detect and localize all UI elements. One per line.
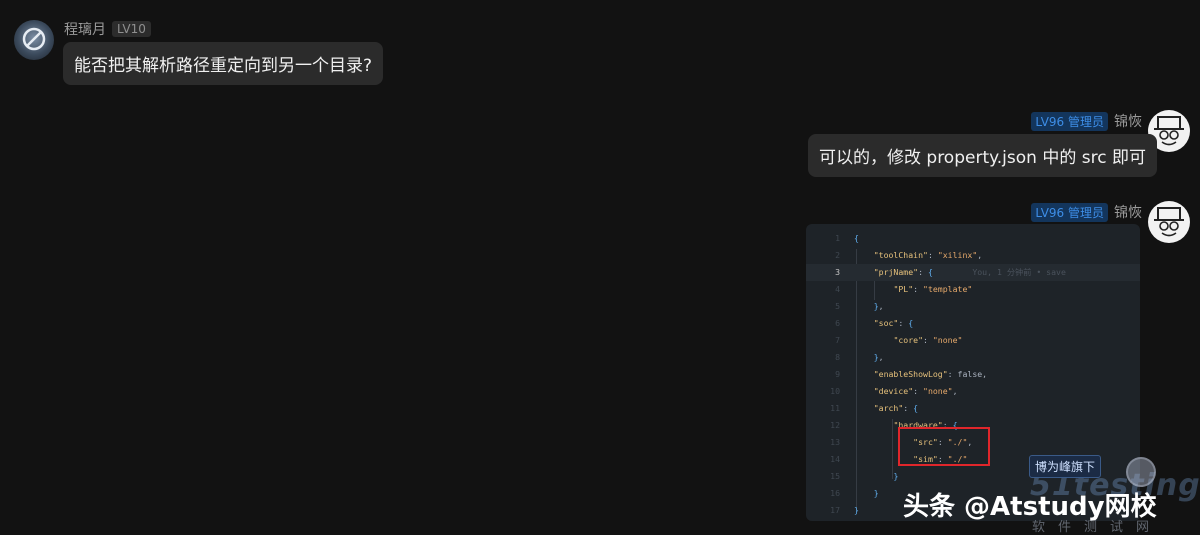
- watermark-tag: 博为峰旗下: [1029, 455, 1102, 478]
- code-text: }: [893, 471, 899, 481]
- code-text: "device": "none",: [873, 386, 958, 396]
- username[interactable]: 锦恢: [1114, 111, 1142, 131]
- line-number: 6: [835, 318, 840, 328]
- line-number: 14: [830, 454, 840, 464]
- code-line: 7 "core": "none": [806, 332, 1140, 349]
- line-number: 9: [835, 369, 840, 379]
- line-number: 15: [830, 471, 840, 481]
- code-line: 3 "prjName": { You, 1 分钟前 • save: [806, 264, 1140, 281]
- msg3-header: LV96 管理员 锦恢: [1031, 202, 1142, 222]
- line-number: 7: [835, 335, 840, 345]
- code-text: }: [854, 505, 859, 515]
- username[interactable]: 锦恢: [1114, 202, 1142, 222]
- code-text: "core": "none": [893, 335, 963, 345]
- level-badge: LV10: [112, 21, 151, 37]
- admin-badge: LV96 管理员: [1031, 111, 1108, 131]
- line-number: 4: [835, 284, 840, 294]
- line-number: 17: [830, 505, 840, 515]
- highlight-box: [898, 427, 990, 466]
- code-line: 10 "device": "none",: [806, 383, 1140, 400]
- code-line: 4 "PL": "template": [806, 281, 1140, 298]
- code-line: 5 },: [806, 298, 1140, 315]
- code-line: 11 "arch": {: [806, 400, 1140, 417]
- code-text: },: [873, 301, 884, 311]
- code-text: },: [873, 352, 884, 362]
- watermark-subtitle: 软件测试网: [1032, 520, 1163, 535]
- msg2-header: LV96 管理员 锦恢: [1031, 111, 1142, 131]
- username[interactable]: 程璃月: [64, 19, 106, 39]
- line-number: 8: [835, 352, 840, 362]
- line-number: 2: [835, 250, 840, 260]
- code-line: 6 "soc": {: [806, 315, 1140, 332]
- code-text: "arch": {: [873, 403, 919, 413]
- code-text: "soc": {: [873, 318, 914, 328]
- avatar-jin-hui[interactable]: [1148, 201, 1190, 243]
- line-number: 16: [830, 488, 840, 498]
- code-text: "toolChain": "xilinx",: [873, 250, 983, 260]
- line-number: 5: [835, 301, 840, 311]
- code-line: 1{: [806, 230, 1140, 247]
- admin-badge: LV96 管理员: [1031, 202, 1108, 222]
- code-text: "prjName": { You, 1 分钟前 • save: [873, 267, 1066, 277]
- line-number: 3: [835, 267, 840, 277]
- magnifier-icon: [1126, 457, 1156, 487]
- code-text: }: [873, 488, 879, 498]
- code-text: "enableShowLog": false,: [873, 369, 988, 379]
- code-text: "PL": "template": [893, 284, 973, 294]
- code-line: 9 "enableShowLog": false,: [806, 366, 1140, 383]
- message-bubble[interactable]: 可以的，修改 property.json 中的 src 即可: [808, 134, 1157, 177]
- message-bubble[interactable]: 能否把其解析路径重定向到另一个目录?: [63, 42, 384, 85]
- line-number: 12: [830, 420, 840, 430]
- msg1-header: 程璃月 LV10: [64, 19, 151, 39]
- line-number: 13: [830, 437, 840, 447]
- avatar-cheng-li-yue[interactable]: [14, 20, 54, 60]
- code-line: 8 },: [806, 349, 1140, 366]
- line-number: 1: [835, 233, 840, 243]
- line-number: 10: [830, 386, 840, 396]
- line-number: 11: [830, 403, 840, 413]
- code-line: 2 "toolChain": "xilinx",: [806, 247, 1140, 264]
- code-text: {: [854, 233, 859, 243]
